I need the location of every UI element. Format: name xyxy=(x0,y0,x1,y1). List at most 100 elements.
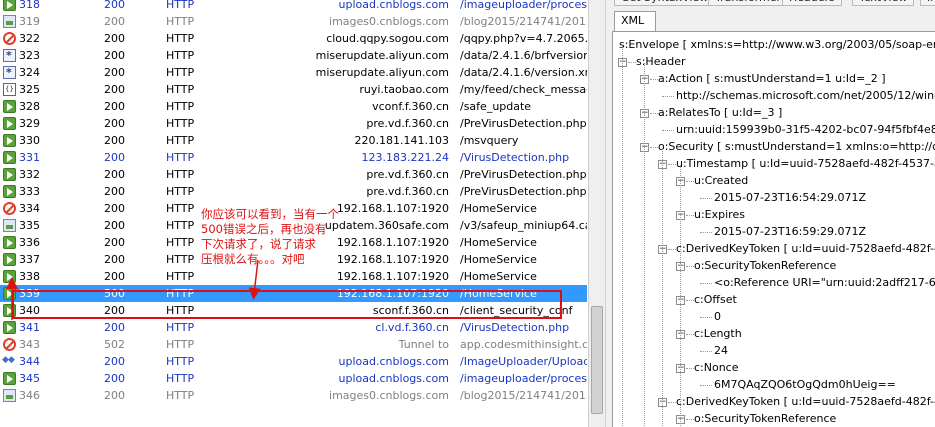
tree-guide-line xyxy=(662,148,663,427)
xml-element-node[interactable]: c:DerivedKeyToken [ u:Id=uuid-7528aefd-4… xyxy=(676,242,935,256)
session-url: /data/2.4.1.6/brfversion.x xyxy=(460,49,587,62)
session-number: 344 xyxy=(19,355,40,368)
session-number: 335 xyxy=(19,219,40,232)
session-protocol: HTTP xyxy=(166,117,195,130)
session-url: /my/feed/check_message? xyxy=(460,83,587,96)
json-icon: {} xyxy=(3,83,16,96)
session-row[interactable]: 346 200 HTTP images0.cnblogs.com/blog2015/2… xyxy=(0,387,587,404)
arrow-icon xyxy=(3,100,16,113)
session-row[interactable]: 332 200 HTTP pre.vd.f.360.cn/PreVirusDetect… xyxy=(0,166,587,183)
xml-element-node[interactable]: u:Expires xyxy=(694,208,745,222)
session-number: 328 xyxy=(19,100,40,113)
xml-element-node[interactable]: c:DerivedKeyToken [ u:Id=uuid-7528aefd-4… xyxy=(676,395,935,409)
arrow-icon xyxy=(3,253,16,266)
session-number: 329 xyxy=(19,117,40,130)
session-host: images0.cnblogs.com xyxy=(329,389,449,402)
arrow-icon xyxy=(3,236,16,249)
xml-text-node[interactable]: urn:uuid:159939b0-31f5-4202-bc07-94f5fbf… xyxy=(676,123,935,137)
xml-element-node[interactable]: c:Length xyxy=(694,327,742,341)
xml-tree[interactable]: s:Envelope [ xmlns:s=http://www.w3.org/2… xyxy=(612,31,935,427)
tab-xml[interactable]: XML xyxy=(614,11,656,31)
session-host: upload.cnblogs.com xyxy=(338,355,449,368)
tree-connector xyxy=(662,96,674,97)
inspector-tab[interactable]: Im xyxy=(920,0,935,6)
session-url: /PreVirusDetection.php xyxy=(460,185,587,198)
session-url: /PreVirusDetection.php xyxy=(460,168,587,181)
tree-guide-line xyxy=(680,165,681,427)
session-host: 123.183.221.24 xyxy=(361,151,449,164)
session-row[interactable]: 318 200 HTTP upload.cnblogs.com/imageupload… xyxy=(0,0,587,13)
session-row[interactable]: 338 200 HTTP 192.168.1.107:1920/HomeService xyxy=(0,268,587,285)
xml-element-node[interactable]: o:SecurityTokenReference xyxy=(694,412,836,426)
xml-element-node[interactable]: o:SecurityTokenReference xyxy=(694,259,836,273)
inspector-tab[interactable]: Get SyntaxView xyxy=(614,0,716,6)
session-host: pre.vd.f.360.cn xyxy=(366,168,449,181)
tree-connector xyxy=(686,266,694,267)
session-url: /PreVirusDetection.php xyxy=(460,117,587,130)
session-row[interactable]: 333 200 HTTP pre.vd.f.360.cn/PreVirusDetect… xyxy=(0,183,587,200)
inspector-panel: Get SyntaxViewTransformerHeaders TextView… xyxy=(612,0,935,427)
xml-text-node[interactable]: 2015-07-23T16:59:29.071Z xyxy=(714,225,866,239)
xml-element-node[interactable]: o:Security [ s:mustUnderstand=1 xmlns:o=… xyxy=(658,140,935,154)
session-row[interactable]: 328 200 HTTP vconf.f.360.cn/safe_update xyxy=(0,98,587,115)
session-list-scrollbar[interactable] xyxy=(588,0,605,427)
xml-text-node[interactable]: 6M7QAqZQO6tOgQdm0hUeig== xyxy=(714,378,896,392)
session-protocol: HTTP xyxy=(166,66,195,79)
xml-text-node[interactable]: 24 xyxy=(714,344,728,358)
tree-connector xyxy=(686,368,694,369)
session-result: 200 xyxy=(104,253,125,266)
session-url: /blog2015/214741/201507 xyxy=(460,389,587,402)
session-list[interactable]: 318 200 HTTP upload.cnblogs.com/imageupload… xyxy=(0,0,587,427)
session-row[interactable]: 324 200 HTTP miserupdate.aliyun.com/data/2.… xyxy=(0,64,587,81)
inspector-tab[interactable]: Transformer xyxy=(708,0,789,6)
tree-connector xyxy=(668,402,676,403)
image-icon xyxy=(3,389,16,402)
xml-element-node[interactable]: a:RelatesTo [ u:Id=_3 ] xyxy=(658,106,782,120)
session-row[interactable]: 323 200 HTTP miserupdate.aliyun.com/data/2.… xyxy=(0,47,587,64)
session-result: 200 xyxy=(104,15,125,28)
session-row[interactable]: 322 200 HTTP cloud.qqpy.sogou.com/qqpy.php?… xyxy=(0,30,587,47)
session-number: 324 xyxy=(19,66,40,79)
session-url: /ImageUploader/Upload?ho xyxy=(460,355,587,368)
session-url: /safe_update xyxy=(460,100,532,113)
panel-splitter[interactable] xyxy=(605,0,612,427)
xml-text-node[interactable]: http://schemas.microsoft.com/net/2005/12… xyxy=(676,89,935,103)
session-result: 200 xyxy=(104,389,125,402)
xml-element-node[interactable]: u:Created xyxy=(694,174,748,188)
inspector-tab[interactable]: Headers xyxy=(782,0,842,6)
inspector-tab[interactable]: TextView xyxy=(852,0,915,6)
script-icon xyxy=(3,64,16,81)
tree-connector xyxy=(668,249,676,250)
xml-text-node[interactable]: 2015-07-23T16:54:29.071Z xyxy=(714,191,866,205)
session-row[interactable]: 344 200 HTTP upload.cnblogs.com/ImageUpload… xyxy=(0,352,587,370)
session-host: ruyi.taobao.com xyxy=(359,83,449,96)
xml-text-node[interactable]: 0 xyxy=(714,310,721,324)
arrow-icon xyxy=(3,168,16,181)
session-row[interactable]: 319 200 HTTP images0.cnblogs.com/blog2015/2… xyxy=(0,13,587,30)
xml-element-node[interactable]: u:Timestamp [ u:Id=uuid-7528aefd-482f-45… xyxy=(676,157,935,171)
annotation-line: 你应该可以看到，当有一个 xyxy=(201,207,339,221)
arrow-icon xyxy=(3,321,16,334)
session-row[interactable]: 330 200 HTTP 220.181.141.103/msvquery xyxy=(0,132,587,149)
session-row[interactable]: 341 200 HTTP cl.vd.f.360.cn/VirusDetection.… xyxy=(0,319,587,336)
xml-element-node[interactable]: s:Envelope [ xmlns:s=http://www.w3.org/2… xyxy=(619,38,935,52)
session-row[interactable]: 329 200 HTTP pre.vd.f.360.cn/PreVirusDetect… xyxy=(0,115,587,132)
session-result: 200 xyxy=(104,83,125,96)
tree-connector xyxy=(686,419,694,420)
session-number: 330 xyxy=(19,134,40,147)
annotation-line: 500错误之后，再也没有 xyxy=(201,222,327,236)
xml-element-node[interactable]: c:Offset xyxy=(694,293,737,307)
scrollbar-thumb[interactable] xyxy=(591,306,603,414)
session-protocol: HTTP xyxy=(166,185,195,198)
session-row[interactable]: 345 200 HTTP upload.cnblogs.com/imageupload… xyxy=(0,370,587,387)
session-host: cloud.qqpy.sogou.com xyxy=(326,32,449,45)
session-row[interactable]: 343 502 HTTP Tunnel to app.codesmithinsight.… xyxy=(0,336,587,353)
arrow-icon xyxy=(3,117,16,130)
session-protocol: HTTP xyxy=(166,32,195,45)
xml-element-node[interactable]: a:Action [ s:mustUnderstand=1 u:Id=_2 ] xyxy=(658,72,886,86)
xml-text-node[interactable]: <o:Reference URI="urn:uuid:2adff217-66c3… xyxy=(714,276,935,290)
session-row[interactable]: {} 325 200 HTTP ruyi.taobao.com/my/feed/chec… xyxy=(0,81,587,98)
xml-element-node[interactable]: c:Nonce xyxy=(694,361,739,375)
session-number: 336 xyxy=(19,236,40,249)
session-row[interactable]: 331 200 HTTP 123.183.221.24/VirusDetection.… xyxy=(0,149,587,166)
